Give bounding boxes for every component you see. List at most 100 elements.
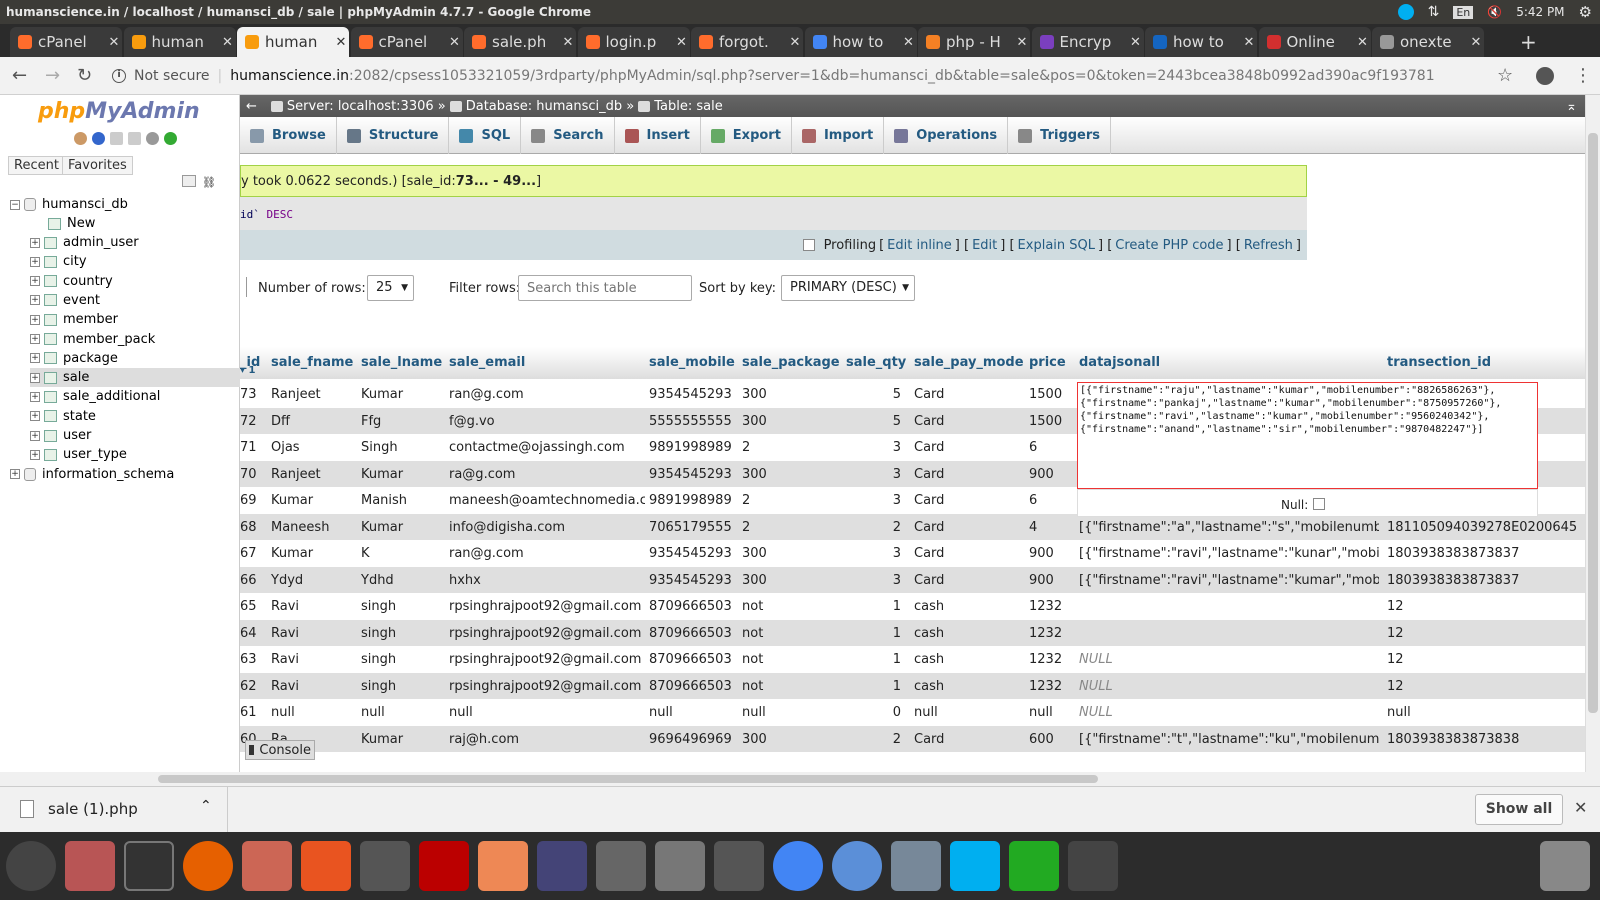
pencil-tool-icon[interactable] [478, 841, 528, 891]
browser-tab[interactable]: Encryp ✕ [1031, 27, 1144, 57]
cell-sale-fname[interactable]: Ravi [271, 599, 356, 614]
trash-icon[interactable] [1540, 841, 1590, 891]
cell-price[interactable]: 6 [1029, 493, 1075, 508]
cell--id[interactable]: 70 [240, 467, 268, 482]
cell-sale-fname[interactable]: Ranjeet [271, 387, 356, 402]
tab-close-icon[interactable]: ✕ [220, 35, 236, 50]
rows-per-page-select[interactable]: 25 ▼ [367, 275, 414, 301]
menu-tab-operations[interactable]: Operations [884, 117, 1009, 154]
browser-tab[interactable]: Online ✕ [1258, 27, 1371, 57]
expand-icon[interactable]: + [30, 314, 40, 325]
browser-tab[interactable]: how to ✕ [804, 27, 917, 57]
cell-datajsonall[interactable]: [{"firstname":"ravi","lastname":"kumar",… [1079, 573, 1379, 588]
cell-sale-mobile[interactable]: 9354545293 [649, 573, 737, 588]
cell-sale-email[interactable]: ran@g.com [449, 387, 645, 402]
cell-sale-email[interactable]: rpsinghrajpoot92@gmail.com [449, 599, 645, 614]
tree-database[interactable]: − humansci_db [10, 195, 240, 214]
menu-tab-sql[interactable]: SQL [449, 117, 522, 154]
browser-tab[interactable]: human ✕ [237, 27, 349, 57]
menu-tab-import[interactable]: Import [792, 117, 885, 154]
cell-sale-mobile[interactable]: 8709666503 [649, 652, 737, 667]
text-editor-icon[interactable] [655, 841, 705, 891]
expand-icon[interactable]: + [30, 411, 40, 422]
chromium-icon[interactable] [832, 841, 882, 891]
profile-avatar-icon[interactable] [1536, 67, 1554, 85]
cell-sale-mobile[interactable]: 9696496969 [649, 732, 737, 747]
cell-transection-id[interactable]: null [1387, 705, 1585, 720]
tree-table-sale_additional[interactable]: + sale_additional [30, 387, 240, 406]
cell-sale-pay-mode[interactable]: Card [914, 467, 1024, 482]
cell-sale-email[interactable]: contactme@ojassingh.com [449, 440, 645, 455]
expand-icon[interactable]: + [10, 469, 20, 480]
menu-tab-browse[interactable]: Browse [240, 117, 337, 154]
browser-tab[interactable]: onexte ✕ [1372, 27, 1484, 57]
expand-icon[interactable]: + [30, 276, 40, 287]
table-row[interactable]: 64 Ravi singh rpsinghrajpoot92@gmail.com 870… [240, 619, 1585, 646]
tree-table-city[interactable]: + city [30, 252, 240, 271]
explain-sql-link[interactable]: Explain SQL [1018, 238, 1095, 253]
null-checkbox[interactable] [1313, 498, 1325, 510]
table-row[interactable]: 68 Maneesh Kumar info@digisha.com 7065179555… [240, 513, 1585, 540]
browser-tab[interactable]: login.p ✕ [577, 27, 690, 57]
cell-price[interactable]: 600 [1029, 732, 1075, 747]
cell-sale-package[interactable]: 2 [742, 493, 842, 508]
cell-sale-fname[interactable]: Dff [271, 414, 356, 429]
cell-sale-package[interactable]: not [742, 652, 842, 667]
tree-table-country[interactable]: + country [30, 272, 240, 291]
cell-sale-qty[interactable]: 3 [846, 546, 901, 561]
table-row[interactable]: 62 Ravi singh rpsinghrajpoot92@gmail.com 870… [240, 672, 1585, 699]
vertical-scroll-thumb[interactable] [1588, 133, 1598, 713]
cell-sale-fname[interactable]: Ravi [271, 679, 356, 694]
cell-sale-mobile[interactable]: 9891998989 [649, 440, 737, 455]
cell-sale-pay-mode[interactable]: Card [914, 387, 1024, 402]
calculator-icon[interactable] [596, 841, 646, 891]
cell-sale-lname[interactable]: null [361, 705, 445, 720]
cell-transection-id[interactable]: 12 [1387, 679, 1585, 694]
cell-sale-package[interactable]: 2 [742, 520, 842, 535]
cell-sale-lname[interactable]: Kumar [361, 520, 445, 535]
browser-tab[interactable]: human ✕ [123, 27, 236, 57]
table-row[interactable]: 67 Kumar Kran@g.com 9354545293 300 3 Card 900 [{… [240, 540, 1585, 567]
tree-table-member_pack[interactable]: + member_pack [30, 330, 240, 349]
cell-sale-package[interactable]: not [742, 626, 842, 641]
cell--id[interactable]: 71 [240, 440, 268, 455]
new-tab-button[interactable]: + [1520, 30, 1537, 54]
expand-icon[interactable]: + [30, 295, 40, 306]
cell--id[interactable]: 65 [240, 599, 268, 614]
tab-close-icon[interactable]: ✕ [1014, 35, 1030, 50]
nqq-icon[interactable] [360, 841, 410, 891]
link-icon[interactable]: ⛓ [202, 176, 216, 189]
cell-sale-package[interactable]: 300 [742, 414, 842, 429]
cell-sale-package[interactable]: 300 [742, 387, 842, 402]
bookmark-star-icon[interactable]: ☆ [1497, 65, 1513, 86]
expand-icon[interactable]: + [30, 449, 40, 460]
cell-sale-lname[interactable]: Ydhd [361, 573, 445, 588]
cell-price[interactable]: 1232 [1029, 652, 1075, 667]
cell-sale-pay-mode[interactable]: null [914, 705, 1024, 720]
cell-sale-package[interactable]: 300 [742, 467, 842, 482]
settings-icon[interactable] [146, 132, 159, 145]
cell-sale-qty[interactable]: 3 [846, 440, 901, 455]
cell-sale-fname[interactable]: Ydyd [271, 573, 356, 588]
cell-sale-qty[interactable]: 3 [846, 493, 901, 508]
tree-table-admin_user[interactable]: + admin_user [30, 233, 240, 252]
recent-tab[interactable]: Recent [8, 156, 65, 175]
favorites-tab[interactable]: Favorites [62, 156, 133, 175]
document-viewer-icon[interactable] [242, 841, 292, 891]
sublime-text-icon[interactable] [1068, 841, 1118, 891]
cell-sale-fname[interactable]: Ravi [271, 652, 356, 667]
cell-sale-qty[interactable]: 5 [846, 387, 901, 402]
collapse-arrow-icon[interactable]: ← [246, 99, 257, 114]
inkscape-icon[interactable] [714, 841, 764, 891]
expand-icon[interactable]: + [30, 237, 40, 248]
cell-sale-pay-mode[interactable]: Card [914, 732, 1024, 747]
tab-close-icon[interactable]: ✕ [106, 35, 122, 50]
cell-sale-pay-mode[interactable]: Card [914, 493, 1024, 508]
download-item[interactable]: sale (1).php ⌃ [0, 787, 228, 832]
cell-sale-package[interactable]: not [742, 679, 842, 694]
table-row[interactable]: 63 Ravi singh rpsinghrajpoot92@gmail.com 870… [240, 646, 1585, 673]
cell-sale-pay-mode[interactable]: Card [914, 520, 1024, 535]
column-header-sale-email[interactable]: sale_email [449, 355, 525, 370]
column-header-sale-mobile[interactable]: sale_mobile [649, 355, 735, 370]
expand-icon[interactable]: + [30, 430, 40, 441]
